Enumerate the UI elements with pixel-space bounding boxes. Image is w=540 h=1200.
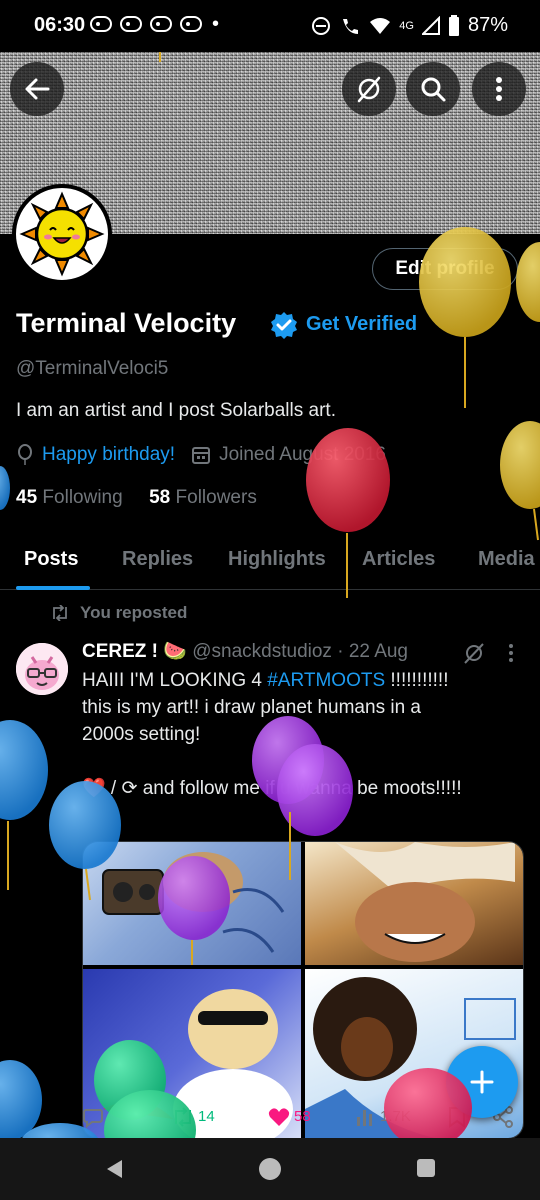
back-arrow-icon: [25, 78, 50, 100]
post-more-icon[interactable]: [508, 643, 514, 663]
post-text-line1a: HAIII I'M LOOKING 4: [82, 670, 268, 691]
system-nav-bar: [0, 1138, 540, 1200]
post-text-line4: ❤️ / ⟳ and follow me if u wanna be moots…: [82, 778, 462, 799]
post-date: · 22 Aug: [337, 641, 408, 662]
status-right: 4G 87%: [311, 14, 508, 37]
follow-stats: 45 Following 58 Followers: [16, 487, 257, 509]
tab-media[interactable]: Media: [478, 548, 535, 571]
battery-percent: 87%: [467, 14, 508, 36]
nav-recents-icon[interactable]: [416, 1158, 436, 1178]
post-author-avatar[interactable]: [16, 643, 68, 695]
view-count: 1.7K: [380, 1108, 411, 1125]
post-author-handle[interactable]: @snackdstudioz: [192, 641, 332, 662]
status-time: 06:30: [34, 14, 86, 36]
following-link[interactable]: 45 Following: [16, 487, 123, 508]
search-button[interactable]: [406, 62, 460, 116]
verified-badge-icon: [271, 312, 297, 339]
more-vertical-icon: [496, 77, 502, 101]
balloon-icon: [18, 444, 32, 465]
gamepad-icon: [90, 16, 112, 32]
post-actions: 14 58 1.7K: [82, 1104, 522, 1134]
status-bar: 06:30 • 4G 87%: [0, 0, 540, 52]
followers-count: 58: [149, 487, 171, 508]
post-text-line3: 2000s setting!: [82, 724, 201, 745]
joined-date: Joined August 2016: [219, 444, 386, 465]
more-options-button[interactable]: [472, 62, 526, 116]
like-heart-icon[interactable]: [268, 1107, 290, 1127]
profile-tabs: Posts Replies Highlights Articles Media: [0, 532, 540, 590]
gamepad-icon: [120, 16, 142, 32]
post-header: CEREZ ! 🍉 @snackdstudioz · 22 Aug: [82, 639, 408, 663]
repost-label: You reposted: [80, 603, 188, 622]
views-icon[interactable]: [356, 1107, 374, 1127]
birthday-link[interactable]: Happy birthday!: [42, 444, 175, 466]
tab-replies[interactable]: Replies: [122, 548, 193, 571]
grok-explain-icon[interactable]: [462, 641, 486, 665]
edit-profile-button[interactable]: Edit profile: [372, 248, 518, 290]
profile-bio: I am an artist and I post Solarballs art…: [16, 400, 336, 421]
repost-indicator: You reposted: [50, 603, 187, 623]
author-emoji: 🍉: [163, 641, 187, 662]
media-image-2[interactable]: [305, 842, 523, 965]
sun-mascot-icon: [19, 191, 105, 277]
notification-icons: [90, 12, 202, 32]
gamepad-icon: [150, 16, 172, 32]
followers-label: Followers: [175, 487, 257, 508]
character-portrait-illustration: [335, 842, 515, 962]
unicorn-avatar-icon: [16, 643, 68, 695]
back-button[interactable]: [10, 62, 64, 116]
boombox-illustration: [102, 852, 285, 953]
repost-action-icon[interactable]: [172, 1107, 194, 1127]
gamepad-icon: [180, 16, 202, 32]
grok-icon: [357, 76, 381, 103]
repost-icon: [53, 605, 67, 621]
post-text-line1b: !!!!!!!!!!!: [385, 670, 449, 691]
post-author-name[interactable]: CEREZ !: [82, 641, 158, 662]
nav-home-icon[interactable]: [258, 1157, 282, 1181]
more-notifications-dot: •: [212, 13, 220, 35]
profile-avatar[interactable]: [12, 184, 112, 284]
nav-back-icon[interactable]: [104, 1158, 124, 1180]
like-count: 58: [294, 1108, 311, 1125]
wifi-call-icon: [343, 18, 359, 34]
get-verified-link[interactable]: Get Verified: [306, 313, 417, 336]
search-icon: [421, 77, 446, 102]
display-name: Terminal Velocity: [16, 308, 237, 338]
wifi-icon: [370, 17, 391, 34]
grok-button[interactable]: [342, 62, 396, 116]
profile-handle: @TerminalVeloci5: [16, 358, 169, 379]
tab-highlights[interactable]: Highlights: [228, 548, 326, 571]
plus-icon: [470, 1070, 494, 1094]
hashtag-link[interactable]: #ARTMOOTS: [267, 670, 385, 691]
following-label: Following: [42, 487, 123, 508]
network-label: 4G: [399, 19, 414, 32]
active-tab-indicator: [16, 586, 90, 590]
compose-post-button[interactable]: [446, 1046, 518, 1118]
post-text-line2: this is my art!! i draw planet humans in…: [82, 697, 421, 718]
profile-meta: Happy birthday! Joined August 2016: [16, 444, 386, 466]
following-count: 45: [16, 487, 38, 508]
battery-icon: [448, 14, 459, 36]
tab-articles[interactable]: Articles: [362, 548, 435, 571]
followers-link[interactable]: 58 Followers: [149, 487, 257, 508]
tab-posts[interactable]: Posts: [24, 548, 78, 571]
media-image-1[interactable]: [83, 842, 301, 965]
post-body: HAIII I'M LOOKING 4 #ARTMOOTS !!!!!!!!!!…: [82, 667, 522, 802]
signal-icon: [421, 15, 440, 35]
repost-count: 14: [198, 1108, 215, 1125]
reply-icon[interactable]: [82, 1106, 104, 1128]
dnd-icon: [312, 16, 331, 35]
calendar-icon: [192, 447, 211, 464]
